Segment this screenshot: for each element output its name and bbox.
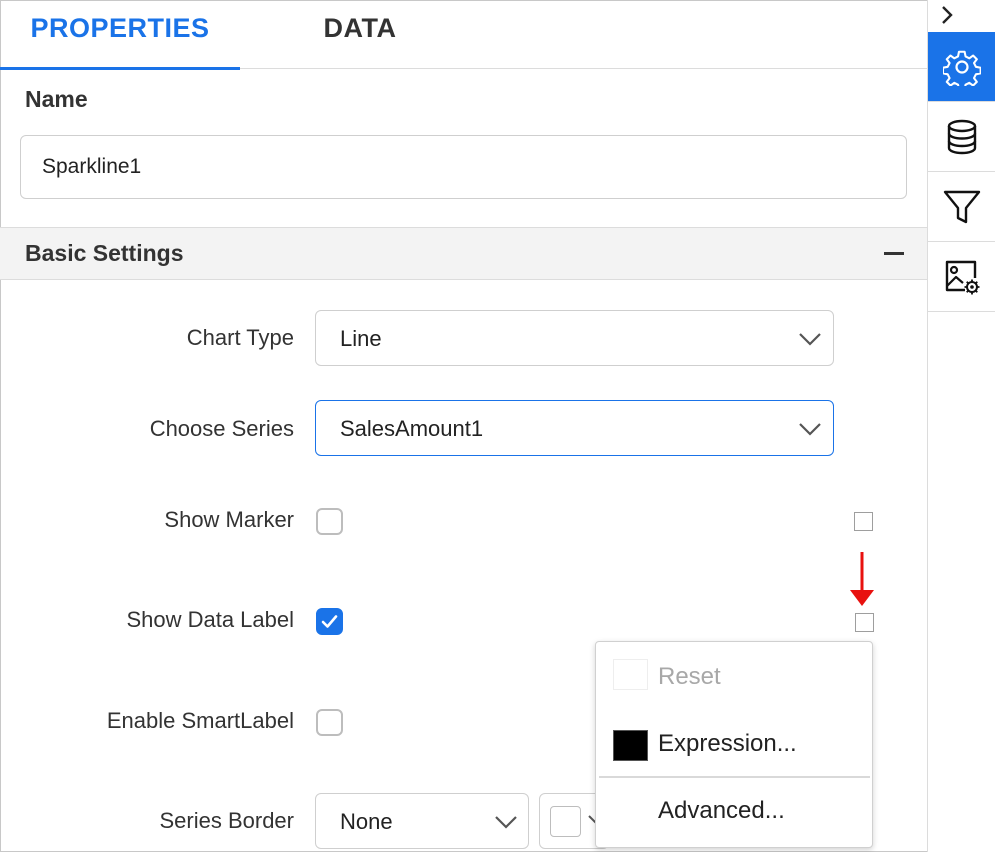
expression-swatch xyxy=(613,730,648,761)
basic-settings-title: Basic Settings xyxy=(25,240,184,266)
show-marker-label: Show Marker xyxy=(164,507,294,532)
chevron-down-icon xyxy=(495,816,517,829)
menu-item-advanced[interactable]: Advanced... xyxy=(596,642,872,824)
series-border-value: None xyxy=(340,809,393,834)
chart-type-label: Chart Type xyxy=(186,325,294,350)
series-border-dropdown[interactable]: None xyxy=(315,793,529,849)
enable-smartlabel-checkbox[interactable] xyxy=(316,709,343,736)
tab-data[interactable]: DATA xyxy=(240,0,480,69)
menu-item-advanced-label: Advanced... xyxy=(658,797,785,824)
property-context-menu: Reset Expression... Advanced... xyxy=(595,641,873,848)
rail-image-settings-button[interactable] xyxy=(928,242,995,312)
show-data-label-checkbox[interactable] xyxy=(316,608,343,635)
choose-series-dropdown[interactable]: SalesAmount1 xyxy=(315,400,834,456)
tab-strip: PROPERTIES DATA xyxy=(0,0,927,70)
image-settings-icon xyxy=(945,260,980,295)
name-input[interactable] xyxy=(20,135,907,199)
collapse-icon[interactable] xyxy=(884,252,904,255)
show-data-label-property-menu-button[interactable] xyxy=(855,613,874,632)
rail-properties-button[interactable] xyxy=(928,32,995,102)
menu-item-expression-label: Expression... xyxy=(658,730,797,757)
show-marker-property-menu-button[interactable] xyxy=(854,512,873,531)
chevron-down-icon xyxy=(799,423,821,436)
name-label: Name xyxy=(25,86,88,112)
rail-data-button[interactable] xyxy=(928,102,995,172)
color-swatch xyxy=(550,806,581,837)
choose-series-value: SalesAmount1 xyxy=(340,416,484,441)
enable-smartlabel-label: Enable SmartLabel xyxy=(106,708,294,733)
chevron-down-icon xyxy=(799,333,821,346)
menu-separator xyxy=(599,776,870,778)
properties-panel: PROPERTIES DATA Name Basic Settings Char… xyxy=(0,0,927,852)
database-icon xyxy=(947,119,977,155)
right-rail xyxy=(927,0,995,852)
show-data-label-label: Show Data Label xyxy=(126,607,294,632)
choose-series-label: Choose Series xyxy=(149,416,294,441)
show-marker-checkbox[interactable] xyxy=(316,508,343,535)
red-arrow-indicator xyxy=(850,552,874,606)
series-border-label: Series Border xyxy=(159,808,294,833)
tab-properties[interactable]: PROPERTIES xyxy=(0,0,240,70)
filter-icon xyxy=(943,190,981,224)
chart-type-dropdown[interactable]: Line xyxy=(315,310,834,366)
checkmark-icon xyxy=(321,615,338,628)
gear-icon xyxy=(943,50,981,86)
basic-settings-header[interactable]: Basic Settings xyxy=(0,227,927,280)
chart-type-value: Line xyxy=(340,326,382,351)
chevron-right-icon[interactable] xyxy=(938,4,958,26)
rail-filter-button[interactable] xyxy=(928,172,995,242)
